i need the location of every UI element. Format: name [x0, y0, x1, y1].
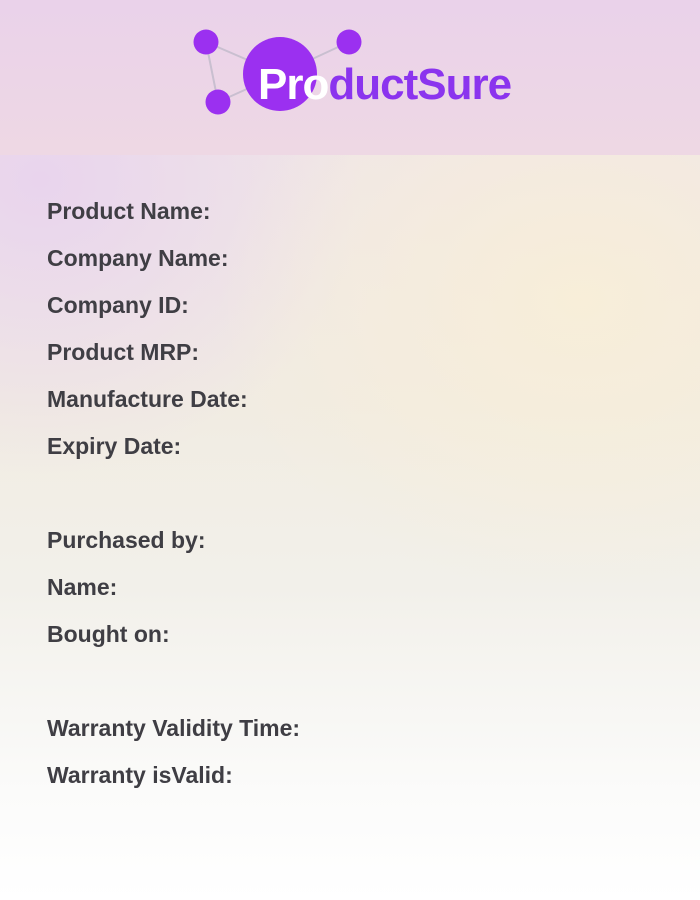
- product-mrp-label: Product MRP:: [47, 339, 200, 365]
- warranty-validity-time-label: Warranty Validity Time:: [47, 715, 301, 741]
- product-name-label: Product Name:: [47, 198, 211, 224]
- brand-name-rest: ductSure: [328, 60, 512, 109]
- warranty-is-valid-label: Warranty isValid:: [47, 762, 233, 788]
- bought-on-label: Bought on:: [47, 621, 170, 647]
- company-id-label: Company ID:: [47, 292, 189, 318]
- brand-name-lead: Pro: [258, 60, 329, 109]
- manufacture-date-label: Manufacture Date:: [47, 386, 248, 412]
- purchased-by-label: Purchased by:: [47, 527, 206, 553]
- brand-logo: ProductSure: [190, 26, 530, 122]
- brand-name: ProductSure: [258, 60, 512, 110]
- company-name-label: Company Name:: [47, 245, 229, 271]
- header-banner: ProductSure: [0, 0, 700, 155]
- buyer-name-label: Name:: [47, 574, 118, 600]
- expiry-date-label: Expiry Date:: [47, 433, 182, 459]
